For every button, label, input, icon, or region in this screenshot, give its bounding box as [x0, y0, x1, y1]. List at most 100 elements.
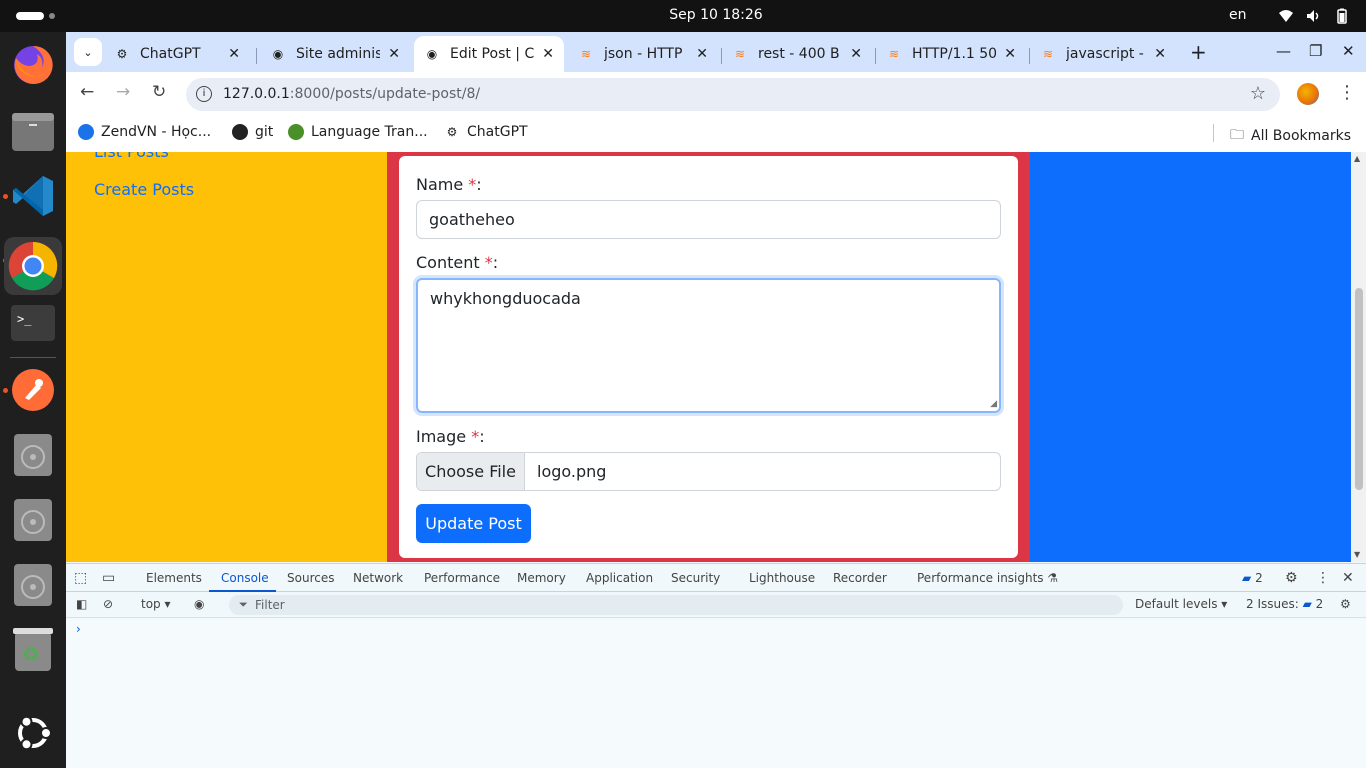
volume-icon[interactable]	[1305, 8, 1321, 24]
devtools-tab-elements[interactable]: Elements	[146, 571, 202, 585]
profile-avatar[interactable]	[1297, 83, 1319, 105]
forward-button[interactable]: →	[116, 82, 130, 102]
devtools-tab-sources[interactable]: Sources	[287, 571, 334, 585]
scroll-down-icon[interactable]: ▼	[1354, 550, 1360, 559]
scroll-up-icon[interactable]: ▲	[1354, 154, 1360, 163]
battery-icon[interactable]	[1334, 8, 1350, 24]
close-icon[interactable]: ✕	[1004, 46, 1016, 62]
close-icon[interactable]: ✕	[1154, 46, 1166, 62]
bookmark-chatgpt[interactable]: ⚙ ChatGPT	[444, 124, 528, 140]
tab-http-500[interactable]: ≋ HTTP/1.1 50 ✕	[876, 36, 1026, 72]
name-field[interactable]: goatheheo	[416, 200, 1001, 239]
minimize-button[interactable]: —	[1276, 42, 1291, 60]
terminal-icon[interactable]: >_	[10, 300, 56, 346]
context-selector[interactable]: top ▾	[141, 597, 171, 611]
svg-text:>_: >_	[17, 312, 32, 326]
console-toolbar: ◧ ⊘ top ▾ ◉ ⏷ Filter Default levels ▾ 2 …	[66, 592, 1366, 618]
issues-counter[interactable]: 2 Issues: ▰ 2	[1246, 597, 1323, 611]
create-posts-link[interactable]: Create Posts	[94, 180, 194, 199]
right-column	[1030, 152, 1351, 562]
close-icon[interactable]: ✕	[388, 46, 400, 62]
bookmark-zendvn[interactable]: ZendVN - Học...	[78, 124, 211, 140]
devtools-tab-memory[interactable]: Memory	[517, 571, 566, 585]
postman-icon[interactable]	[10, 367, 56, 413]
back-button[interactable]: ←	[80, 82, 94, 102]
site-info-icon[interactable]: i	[196, 86, 212, 102]
caret-down-icon: ▾	[164, 597, 171, 611]
tab-javascript[interactable]: ≋ javascript - H ✕	[1030, 36, 1176, 72]
disc-icon[interactable]	[10, 432, 56, 478]
list-posts-link[interactable]: List Posts	[94, 152, 169, 161]
disc-icon[interactable]	[10, 497, 56, 543]
content-textarea[interactable]: whykhongduocada ◢	[416, 278, 1001, 413]
firefox-icon[interactable]	[10, 42, 56, 88]
trash-icon[interactable]: ♻	[10, 626, 56, 672]
console-settings-icon[interactable]: ⚙	[1340, 597, 1351, 611]
tab-search-button[interactable]: ⌄	[74, 38, 102, 66]
new-tab-button[interactable]: +	[1190, 40, 1207, 64]
translate-icon	[288, 124, 304, 140]
bookmark-git[interactable]: git	[232, 124, 273, 140]
chrome-icon[interactable]	[4, 237, 62, 295]
tab-site-admin[interactable]: ◉ Site adminis ✕	[260, 36, 410, 72]
image-file-input[interactable]: Choose File logo.png	[416, 452, 1001, 491]
arrow-right-icon: →	[116, 82, 131, 102]
bookmark-language-translator[interactable]: Language Tran...	[288, 124, 428, 140]
settings-gear-icon[interactable]: ⚙	[1285, 570, 1298, 586]
wifi-icon[interactable]	[1278, 8, 1294, 24]
chevron-down-icon: ⌄	[83, 45, 93, 59]
tab-chatgpt[interactable]: ⚙ ChatGPT ✕	[104, 36, 250, 72]
sidebar-toggle-icon[interactable]: ◧	[76, 597, 87, 611]
devtools-tab-application[interactable]: Application	[586, 571, 653, 585]
console-filter-input[interactable]: ⏷ Filter	[229, 595, 1123, 615]
devtools-menu-icon[interactable]: ⋮	[1316, 570, 1330, 586]
plus-icon: +	[1190, 40, 1207, 64]
devtools-tab-security[interactable]: Security	[671, 571, 720, 585]
openai-icon: ⚙	[116, 47, 128, 61]
device-toolbar-icon[interactable]: ▭	[102, 570, 115, 586]
url-text[interactable]: 127.0.0.1:8000/posts/update-post/8/	[223, 86, 480, 102]
tab-edit-post[interactable]: ◉ Edit Post | C ✕	[414, 36, 564, 72]
live-expression-eye-icon[interactable]: ◉	[194, 597, 204, 611]
devtools-tab-lighthouse[interactable]: Lighthouse	[749, 571, 815, 585]
issues-badge[interactable]: ▰ 2	[1242, 571, 1263, 585]
devtools-tab-console[interactable]: Console	[221, 571, 269, 585]
close-icon[interactable]: ✕	[850, 46, 862, 62]
ubuntu-apps-icon[interactable]	[10, 710, 56, 756]
maximize-button[interactable]: ❐	[1309, 42, 1322, 60]
tab-rest-400[interactable]: ≋ rest - 400 B ✕	[722, 36, 872, 72]
close-icon[interactable]: ✕	[542, 46, 554, 62]
clear-console-icon[interactable]: ⊘	[103, 597, 113, 611]
console-output[interactable]: ›	[66, 619, 1366, 768]
system-clock[interactable]: Sep 10 18:26	[0, 7, 1366, 23]
close-icon[interactable]: ✕	[696, 46, 708, 62]
all-bookmarks[interactable]: 🗀 All Bookmarks	[1230, 124, 1351, 148]
files-icon[interactable]	[10, 109, 56, 155]
devtools-tab-performance[interactable]: Performance	[424, 571, 500, 585]
vscode-icon[interactable]	[10, 173, 56, 219]
address-bar[interactable]: i 127.0.0.1:8000/posts/update-post/8/ ☆	[186, 78, 1280, 111]
browser-menu-icon[interactable]: ⋮	[1338, 82, 1356, 103]
close-window-button[interactable]: ✕	[1342, 42, 1355, 60]
bookmark-star-icon[interactable]: ☆	[1250, 83, 1266, 104]
reload-button[interactable]: ↻	[152, 82, 166, 102]
tab-json-http[interactable]: ≋ json - HTTP ✕	[568, 36, 718, 72]
page-scrollbar[interactable]: ▲ ▼	[1351, 152, 1366, 562]
close-devtools-icon[interactable]: ✕	[1342, 570, 1354, 586]
update-post-button[interactable]: Update Post	[416, 504, 531, 543]
devtools-tab-recorder[interactable]: Recorder	[833, 571, 887, 585]
devtools-tab-network[interactable]: Network	[353, 571, 403, 585]
disc-icon[interactable]	[10, 562, 56, 608]
devtools-tab-performance-insights[interactable]: Performance insights ⚗	[917, 571, 1058, 585]
log-levels-dropdown[interactable]: Default levels ▾	[1135, 597, 1227, 611]
choose-file-button[interactable]: Choose File	[417, 453, 525, 490]
stackoverflow-icon: ≋	[1042, 47, 1054, 61]
close-icon[interactable]: ✕	[228, 46, 240, 62]
scrollbar-thumb[interactable]	[1355, 288, 1363, 490]
console-prompt[interactable]: ›	[76, 622, 81, 636]
inspect-element-icon[interactable]: ⬚	[74, 570, 87, 586]
zendvn-icon	[78, 124, 94, 140]
resize-handle-icon[interactable]: ◢	[990, 399, 997, 409]
page-viewport: List Posts Create Posts Name *: goathehe…	[66, 152, 1351, 562]
input-language[interactable]: en	[1229, 7, 1247, 23]
